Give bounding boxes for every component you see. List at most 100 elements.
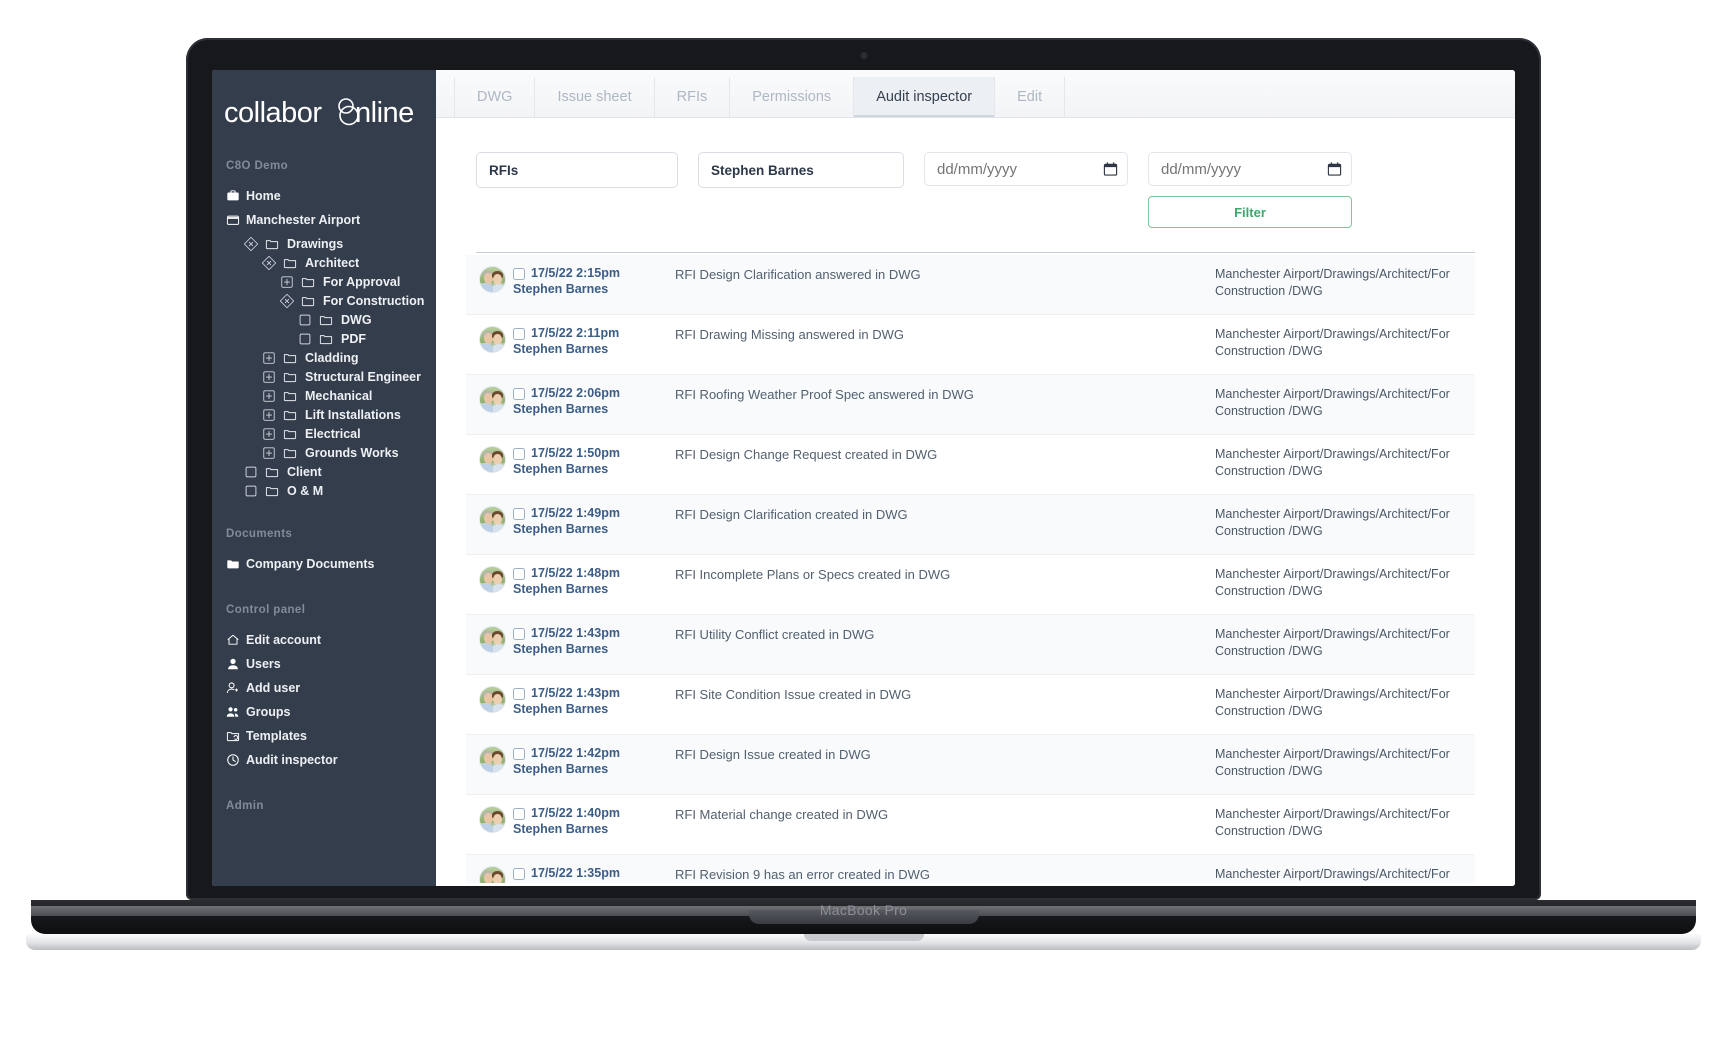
tree-item-label: PDF	[341, 331, 366, 346]
tree-toggle-icon[interactable]	[262, 389, 276, 403]
tree-item-drawings[interactable]: Drawings	[212, 234, 436, 253]
tree-toggle-icon[interactable]	[262, 446, 276, 460]
tree-toggle-icon[interactable]	[244, 465, 258, 479]
tree-toggle-icon[interactable]	[243, 236, 259, 251]
webcam-icon	[860, 52, 867, 59]
tab-rfis[interactable]: RFIs	[655, 77, 731, 117]
sidebar-item-templates[interactable]: Templates	[212, 724, 436, 748]
tree-toggle-icon[interactable]	[262, 408, 276, 422]
audit-row[interactable]: 17/5/22 1:40pm Stephen Barnes RFI Material…	[466, 795, 1475, 855]
user-filter-input[interactable]	[698, 152, 904, 188]
laptop-base-notch	[803, 934, 924, 941]
audit-row[interactable]: 17/5/22 1:50pm Stephen Barnes RFI Design C…	[466, 435, 1475, 495]
tree-toggle-icon[interactable]	[298, 332, 312, 346]
row-checkbox[interactable]	[513, 807, 525, 820]
date-to-wrapper	[1148, 152, 1352, 186]
row-checkbox[interactable]	[513, 627, 525, 640]
content-area: Filter 17/5/22 2:15pm Stephen Barnes RFI D…	[436, 118, 1515, 886]
sidebar-item-manchester-airport[interactable]: Manchester Airport	[212, 208, 436, 232]
tree-toggle-icon[interactable]	[262, 351, 276, 365]
laptop-bezel: collabor nline C8O Demo Home Manchester …	[186, 38, 1541, 900]
tree-item-for-construction[interactable]: For Construction	[212, 291, 436, 310]
row-checkbox[interactable]	[513, 567, 525, 580]
sidebar-item-company-documents[interactable]: Company Documents	[212, 552, 436, 576]
sidebar-item-audit-inspector[interactable]: Audit inspector	[212, 748, 436, 772]
folder-icon	[283, 370, 297, 384]
activity-filter-input[interactable]	[476, 152, 678, 188]
home-icon	[226, 633, 240, 647]
tree-toggle-icon[interactable]	[262, 427, 276, 441]
audit-row[interactable]: 17/5/22 2:06pm Stephen Barnes RFI Roofing …	[466, 375, 1475, 435]
date-to-input[interactable]	[1148, 152, 1352, 186]
audit-timestamp: 17/5/22 1:48pm	[531, 566, 620, 580]
filter-button[interactable]: Filter	[1148, 196, 1352, 228]
audit-description: RFI Design Clarification created in DWG	[675, 507, 908, 522]
tree-item-electrical[interactable]: Electrical	[212, 424, 436, 443]
tree-item-structural-engineer[interactable]: Structural Engineer	[212, 367, 436, 386]
tab-dwg[interactable]: DWG	[454, 77, 536, 117]
sidebar-item-add-user[interactable]: Add user	[212, 676, 436, 700]
row-checkbox[interactable]	[513, 687, 525, 700]
date-from-input[interactable]	[924, 152, 1128, 186]
tab-audit-inspector[interactable]: Audit inspector	[854, 77, 996, 117]
case-icon	[226, 213, 240, 227]
tree-toggle-icon[interactable]	[279, 293, 295, 308]
audit-timestamp: 17/5/22 2:06pm	[531, 386, 620, 400]
audit-row[interactable]: 17/5/22 1:35pmStephen BarnesRFI Revision…	[466, 855, 1475, 886]
row-checkbox[interactable]	[513, 867, 525, 880]
audit-row[interactable]: 17/5/22 2:15pm Stephen Barnes RFI Design C…	[466, 255, 1475, 315]
row-checkbox[interactable]	[513, 507, 525, 520]
audit-path: Manchester Airport/Drawings/Architect/Fo…	[1215, 327, 1450, 358]
sidebar-item-users[interactable]: Users	[212, 652, 436, 676]
tree-item-o-m[interactable]: O & M	[212, 481, 436, 500]
avatar	[480, 267, 505, 292]
tab-issue-sheet[interactable]: Issue sheet	[535, 77, 655, 117]
brand-logo[interactable]: collabor nline	[212, 70, 436, 144]
briefcase-icon	[226, 189, 240, 203]
sidebar-item-groups[interactable]: Groups	[212, 700, 436, 724]
tree-item-architect[interactable]: Architect	[212, 253, 436, 272]
row-checkbox[interactable]	[513, 327, 525, 340]
row-checkbox[interactable]	[513, 267, 525, 280]
audit-path: Manchester Airport/Drawings/Architect/Fo…	[1215, 507, 1450, 538]
tree-item-cladding[interactable]: Cladding	[212, 348, 436, 367]
row-checkbox[interactable]	[513, 747, 525, 760]
audit-row[interactable]: 17/5/22 1:43pm Stephen Barnes RFI Site Con…	[466, 675, 1475, 735]
tree-toggle-icon[interactable]	[261, 255, 277, 270]
tree-item-lift-installations[interactable]: Lift Installations	[212, 405, 436, 424]
tab-permissions[interactable]: Permissions	[730, 77, 855, 117]
tree-item-client[interactable]: Client	[212, 462, 436, 481]
audit-row[interactable]: 17/5/22 1:42pm Stephen Barnes RFI Design I…	[466, 735, 1475, 795]
tree-toggle-icon[interactable]	[244, 484, 258, 498]
folder-icon	[283, 256, 297, 270]
tab-edit[interactable]: Edit	[995, 77, 1066, 117]
tree-toggle-icon[interactable]	[262, 370, 276, 384]
audit-row[interactable]: 17/5/22 1:49pm Stephen Barnes RFI Design C…	[466, 495, 1475, 555]
row-checkbox[interactable]	[513, 447, 525, 460]
audit-row[interactable]: 17/5/22 2:11pm Stephen Barnes RFI Drawing …	[466, 315, 1475, 375]
sidebar: collabor nline C8O Demo Home Manchester …	[212, 70, 436, 886]
audit-row-who: 17/5/22 1:40pm Stephen Barnes	[513, 806, 663, 837]
tree-item-grounds-works[interactable]: Grounds Works	[212, 443, 436, 462]
folder-icon	[319, 332, 333, 346]
tree-item-label: Architect	[305, 255, 360, 270]
audit-timestamp: 17/5/22 1:50pm	[531, 446, 620, 460]
row-checkbox[interactable]	[513, 387, 525, 400]
avatar	[480, 627, 505, 652]
tree-item-pdf[interactable]: PDF	[212, 329, 436, 348]
tree-toggle-icon[interactable]	[280, 275, 294, 289]
date-from-wrapper	[924, 152, 1128, 186]
audit-row[interactable]: 17/5/22 1:48pm Stephen Barnes RFI Incomple…	[466, 555, 1475, 615]
tree-item-for-approval[interactable]: For Approval	[212, 272, 436, 291]
sidebar-admin-title: Admin	[226, 800, 264, 812]
audit-row[interactable]: 17/5/22 1:43pm Stephen Barnes RFI Utility …	[466, 615, 1475, 675]
sidebar-item-edit-account[interactable]: Edit account	[212, 628, 436, 652]
audit-description: RFI Drawing Missing answered in DWG	[675, 327, 905, 342]
audit-description: RFI Design Change Request created in DWG	[675, 447, 938, 462]
tree-toggle-icon[interactable]	[298, 313, 312, 327]
audit-row-who: 17/5/22 1:50pm Stephen Barnes	[513, 446, 663, 477]
tree-item-dwg[interactable]: DWG	[212, 310, 436, 329]
sidebar-item-label: Edit account	[246, 633, 322, 647]
tree-item-mechanical[interactable]: Mechanical	[212, 386, 436, 405]
sidebar-item-home[interactable]: Home	[212, 184, 436, 208]
